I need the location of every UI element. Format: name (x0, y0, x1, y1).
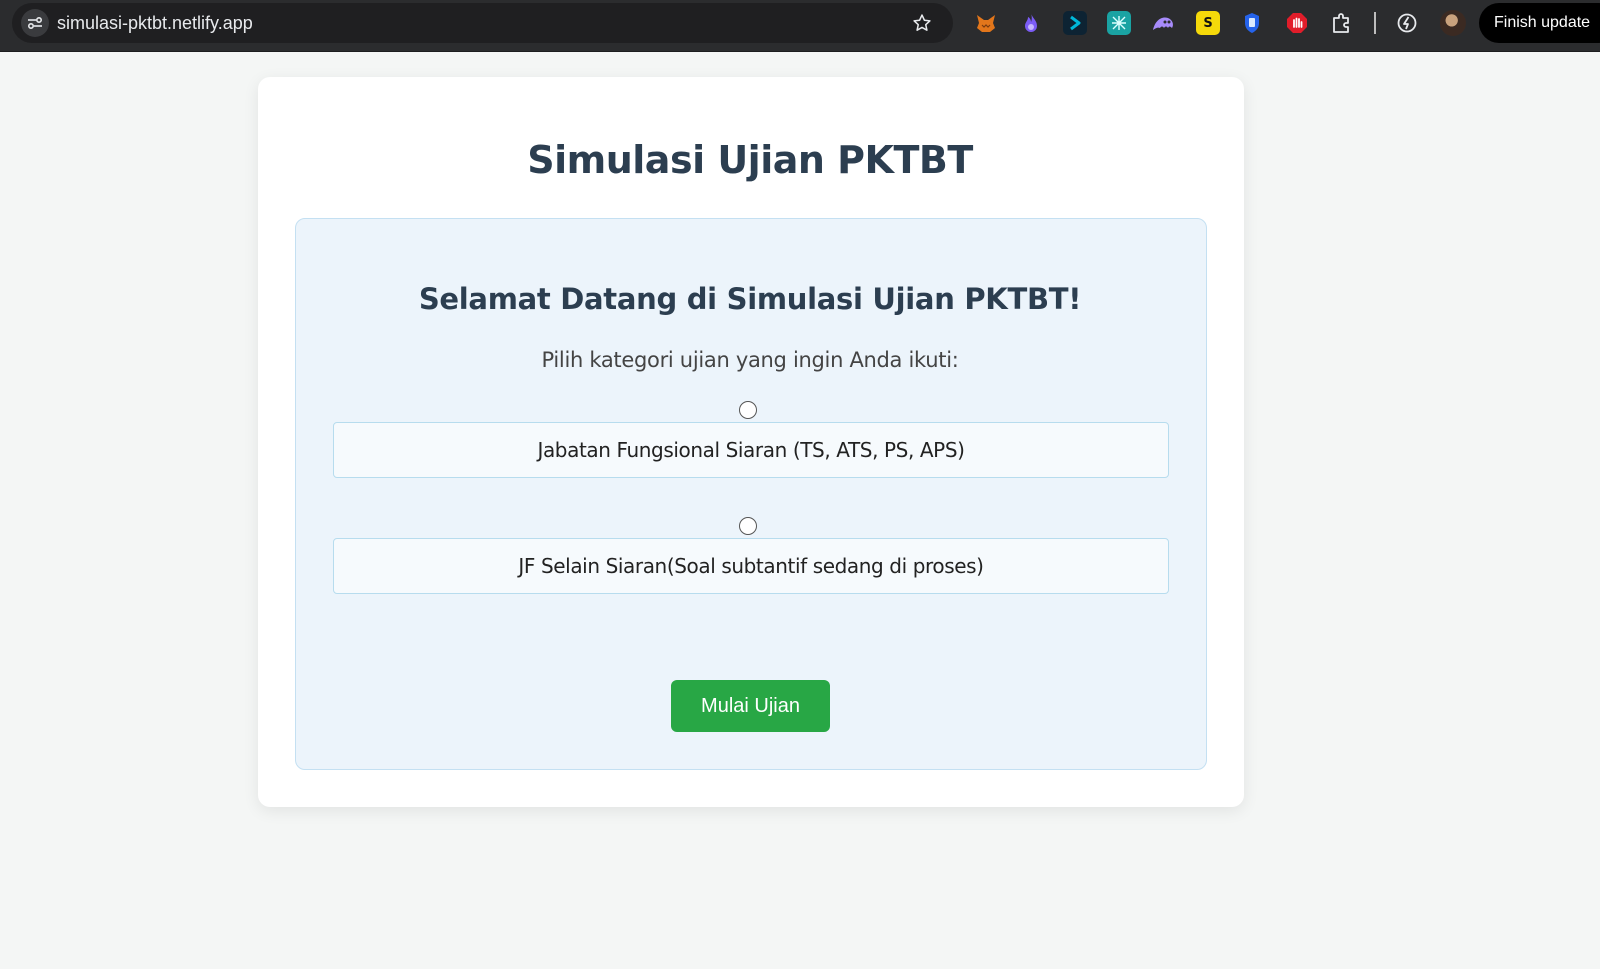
option-label: JF Selain Siaran(Soal subtantif sedang d… (518, 554, 984, 578)
fox-extension-icon[interactable] (974, 11, 998, 35)
instruction-text: Pilih kategori ujian yang ingin Anda iku… (541, 348, 959, 372)
grid-extension-icon[interactable] (1107, 11, 1131, 35)
page-title: Simulasi Ujian PKTBT (527, 138, 973, 182)
option-label: Jabatan Fungsional Siaran (TS, ATS, PS, … (537, 438, 965, 462)
site-info-icon[interactable] (21, 9, 49, 37)
option-radio-jf-selain-siaran[interactable] (739, 517, 757, 535)
stop-hand-extension-icon[interactable] (1285, 11, 1309, 35)
arrow-extension-icon[interactable] (1063, 11, 1087, 35)
flame-extension-icon[interactable] (1019, 11, 1043, 35)
performance-icon[interactable] (1395, 11, 1419, 35)
start-exam-button[interactable]: Mulai Ujian (671, 680, 830, 732)
option-radio-jf-siaran[interactable] (739, 401, 757, 419)
option-jf-selain-siaran[interactable]: JF Selain Siaran(Soal subtantif sedang d… (333, 538, 1169, 594)
welcome-heading: Selamat Datang di Simulasi Ujian PKTBT! (418, 282, 1082, 316)
address-bar[interactable]: simulasi-pktbt.netlify.app (12, 3, 953, 43)
browser-toolbar: simulasi-pktbt.netlify.app S Finish upda… (0, 0, 1600, 52)
url-text[interactable]: simulasi-pktbt.netlify.app (57, 13, 253, 33)
shield-extension-icon[interactable] (1240, 11, 1264, 35)
finish-update-button[interactable]: Finish update (1479, 3, 1600, 43)
s-extension-icon[interactable]: S (1196, 11, 1220, 35)
puzzle-extensions-icon[interactable] (1330, 11, 1354, 35)
option-jf-siaran[interactable]: Jabatan Fungsional Siaran (TS, ATS, PS, … (333, 422, 1169, 478)
bookmark-star-icon[interactable] (910, 11, 934, 35)
toolbar-divider (1374, 12, 1376, 34)
profile-avatar[interactable] (1440, 10, 1466, 36)
ghost-extension-icon[interactable] (1151, 11, 1175, 35)
